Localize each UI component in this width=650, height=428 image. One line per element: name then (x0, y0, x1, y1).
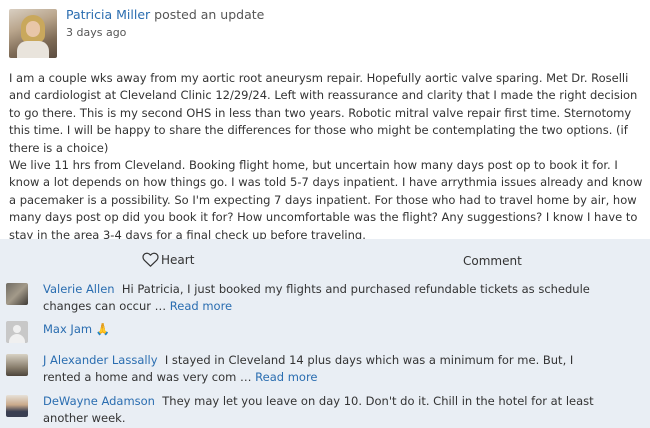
read-more-link[interactable]: Read more (255, 370, 317, 384)
comment-text: DeWayne Adamson They may let you leave o… (43, 393, 603, 427)
post-author-line: Patricia Miller posted an update (66, 7, 264, 22)
commenter-name[interactable]: Valerie Allen (43, 282, 115, 296)
action-bar: Heart Comment (0, 239, 650, 279)
author-avatar[interactable] (9, 9, 57, 58)
post-action-text: posted an update (154, 7, 265, 22)
comment-text: Max Jam 🙏 (43, 321, 603, 338)
post-body: I am a couple wks away from my aortic ro… (9, 71, 643, 242)
comment-body: 🙏 (95, 322, 111, 336)
heart-label: Heart (161, 253, 195, 267)
heart-button[interactable]: Heart (142, 252, 194, 267)
post-header: Patricia Miller posted an update 3 days … (0, 0, 650, 62)
comment-button[interactable]: Comment (463, 254, 522, 268)
post-timestamp[interactable]: 3 days ago (66, 26, 126, 39)
commenter-avatar[interactable] (6, 283, 28, 305)
commenter-name[interactable]: Max Jam (43, 322, 92, 336)
comment-body: Hi Patricia, I just booked my flights an… (43, 282, 590, 313)
comment-text: J Alexander Lassally I stayed in Clevela… (43, 352, 603, 386)
author-name-link[interactable]: Patricia Miller (66, 7, 150, 22)
commenter-avatar[interactable] (6, 354, 28, 376)
heart-outline-icon (142, 252, 159, 267)
comment-text: Valerie Allen Hi Patricia, I just booked… (43, 281, 603, 315)
commenter-name[interactable]: J Alexander Lassally (43, 353, 158, 367)
reactions-section: Heart Comment Valerie Allen Hi Patricia,… (0, 239, 650, 428)
commenter-avatar[interactable] (6, 395, 28, 417)
read-more-link[interactable]: Read more (170, 299, 232, 313)
commenter-name[interactable]: DeWayne Adamson (43, 394, 155, 408)
commenter-avatar[interactable] (6, 321, 28, 343)
